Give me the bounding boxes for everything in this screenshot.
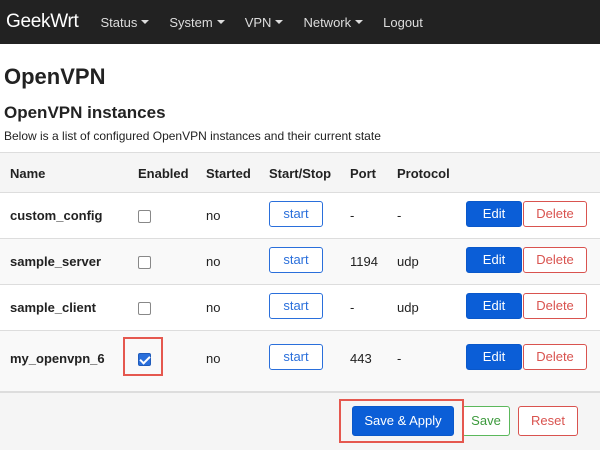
table-header-row: Name Enabled Started Start/Stop Port Pro… [0,152,600,192]
save-button[interactable]: Save [462,406,510,436]
highlight-box [339,399,464,443]
column-header-started: Started [206,166,251,181]
protocol-value: - [397,351,402,366]
port-value: 443 [350,351,372,366]
start-button[interactable]: start [269,344,323,370]
column-header-port: Port [350,166,376,181]
nav-item-label: Logout [383,14,423,30]
start-button[interactable]: start [269,247,323,273]
instance-name: sample_server [10,254,102,269]
table-row: custom_config no start - - Edit Delete [0,192,600,238]
protocol-value: udp [397,254,419,269]
nav-item-label: Network [303,14,352,30]
nav-item-system[interactable]: System [169,14,225,30]
delete-button[interactable]: Delete [523,344,587,370]
chevron-down-icon [355,20,364,24]
nav-item-label: Status [100,14,138,30]
column-header-name: Name [10,166,46,181]
chevron-down-icon [141,20,150,24]
nav-item-network[interactable]: Network [303,14,364,30]
nav-item-label: System [169,14,213,30]
delete-button[interactable]: Delete [523,293,587,319]
column-header-protocol: Protocol [397,166,450,181]
table-row: my_openvpn_6 no start 443 - Edit Delete [0,330,600,392]
table-row: sample_server no start 1194 udp Edit Del… [0,238,600,284]
section-description: Below is a list of configured OpenVPN in… [4,129,381,143]
highlight-box [123,337,163,376]
started-status: no [206,300,221,315]
started-status: no [206,351,221,366]
brand-logo[interactable]: GeekWrt [6,11,79,33]
start-button[interactable]: start [269,201,323,227]
form-actions-bar: Save & Apply Save Reset [0,392,600,450]
edit-button[interactable]: Edit [466,201,522,227]
enabled-checkbox[interactable] [138,256,151,269]
reset-button[interactable]: Reset [518,406,578,436]
edit-button[interactable]: Edit [466,293,522,319]
protocol-value: udp [397,300,419,315]
page-title: OpenVPN [4,64,106,89]
column-header-enabled: Enabled [138,166,189,181]
port-value: - [350,300,355,315]
top-navbar: GeekWrt Status System VPN Network Logout [0,0,600,44]
section-title: OpenVPN instances [4,103,166,122]
protocol-value: - [397,208,402,223]
started-status: no [206,208,221,223]
instance-name: sample_client [10,300,96,315]
port-value: - [350,208,355,223]
delete-button[interactable]: Delete [523,201,587,227]
nav-item-logout[interactable]: Logout [383,15,423,30]
chevron-down-icon [275,20,284,24]
enabled-checkbox[interactable] [138,302,151,315]
port-value: 1194 [350,254,378,269]
edit-button[interactable]: Edit [466,344,522,370]
table-row: sample_client no start - udp Edit Delete [0,284,600,330]
nav-item-vpn[interactable]: VPN [245,15,284,30]
instance-name: my_openvpn_6 [10,351,105,366]
chevron-down-icon [216,20,225,24]
delete-button[interactable]: Delete [523,247,587,273]
start-button[interactable]: start [269,293,323,319]
nav-item-status[interactable]: Status [101,15,150,30]
nav-item-label: VPN [244,14,272,30]
instance-name: custom_config [10,208,103,223]
enabled-checkbox[interactable] [138,210,151,223]
column-header-startstop: Start/Stop [269,166,332,181]
started-status: no [206,254,221,269]
edit-button[interactable]: Edit [466,247,522,273]
